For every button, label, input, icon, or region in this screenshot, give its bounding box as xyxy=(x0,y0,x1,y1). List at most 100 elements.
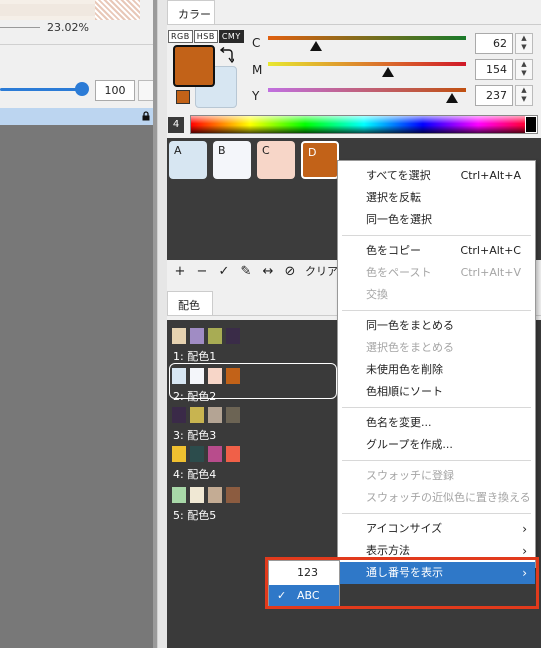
menu-item-rename-color[interactable]: 色名を変更... xyxy=(338,412,535,434)
channel-m-marker[interactable] xyxy=(382,67,394,77)
opacity-stepper[interactable] xyxy=(138,80,154,101)
menu-label: 未使用色を削除 xyxy=(366,363,443,376)
menu-item-icon-size[interactable]: アイコンサイズ › xyxy=(338,518,535,540)
color-set-label: 5: 配色5 xyxy=(173,509,217,522)
color-chip xyxy=(190,407,204,423)
color-chip xyxy=(208,446,222,462)
menu-label: 選択色をまとめる xyxy=(366,341,454,354)
swatch-d[interactable]: D xyxy=(301,141,339,179)
channel-c-input[interactable]: 62 xyxy=(475,33,513,54)
channel-y-marker[interactable] xyxy=(446,93,458,103)
channel-m-track[interactable] xyxy=(268,62,466,66)
color-chip xyxy=(226,487,240,503)
color-chip xyxy=(172,407,186,423)
tab-color[interactable]: カラー xyxy=(167,0,215,24)
menu-label: 色名を変更... xyxy=(366,416,432,429)
swatch-b-label: B xyxy=(218,144,226,157)
menu-shortcut: Ctrl+Alt+C xyxy=(460,244,521,257)
main-color-swatch[interactable] xyxy=(173,45,215,87)
channel-m-stepper[interactable]: ▲ ▼ xyxy=(515,59,533,80)
context-menu: すべてを選択 Ctrl+Alt+A 選択を反転 同一色を選択 色をコピー Ctrl+… xyxy=(337,160,536,584)
swap-horizontal-icon[interactable]: ↔ xyxy=(261,264,275,279)
zoom-slider-track[interactable] xyxy=(0,27,40,28)
color-set-item[interactable]: 4: 配色4 xyxy=(170,442,338,481)
remove-icon[interactable]: − xyxy=(195,264,209,279)
canvas-area[interactable] xyxy=(0,125,153,648)
color-chip xyxy=(190,446,204,462)
color-chip xyxy=(172,368,186,384)
mode-tab-rgb[interactable]: RGB xyxy=(168,30,193,43)
menu-item-delete-unused[interactable]: 未使用色を削除 xyxy=(338,359,535,381)
menu-item-merge-selected: 選択色をまとめる xyxy=(338,337,535,359)
mode-tab-hsb[interactable]: HSB xyxy=(193,30,218,43)
clear-button[interactable]: クリア xyxy=(305,263,338,279)
color-spectrum-bar[interactable] xyxy=(190,115,538,134)
menu-item-copy-color[interactable]: 色をコピー Ctrl+Alt+C xyxy=(338,240,535,262)
menu-separator xyxy=(342,460,531,461)
swatch-c[interactable]: C xyxy=(257,141,295,179)
color-set-label: 4: 配色4 xyxy=(173,468,217,481)
menu-item-replace-nearest: スウォッチの近似色に置き換える xyxy=(338,487,535,509)
menu-label: スウォッチの近似色に置き換える xyxy=(366,491,531,504)
check-icon[interactable]: ✓ xyxy=(217,264,231,279)
menu-label: 色をコピー xyxy=(366,244,421,257)
color-chip xyxy=(226,407,240,423)
color-mode-tabs: RGB HSB CMY xyxy=(168,30,244,43)
channel-m-input[interactable]: 154 xyxy=(475,59,513,80)
panel-splitter[interactable] xyxy=(157,0,167,648)
menu-label: 同一色を選択 xyxy=(366,213,432,226)
pencil-icon[interactable]: ✎ xyxy=(239,264,253,279)
channel-c-marker[interactable] xyxy=(310,41,322,51)
tab-haishoku[interactable]: 配色 xyxy=(167,291,213,315)
swap-colors-icon[interactable] xyxy=(220,47,234,65)
swatch-d-label: D xyxy=(308,146,317,159)
prohibit-icon[interactable]: ⊘ xyxy=(283,264,297,279)
menu-label: スウォッチに登録 xyxy=(366,469,454,482)
channel-y-input[interactable]: 237 xyxy=(475,85,513,106)
lock-icon[interactable] xyxy=(141,111,151,121)
channel-c-track[interactable] xyxy=(268,36,466,40)
panel-divider xyxy=(0,44,157,45)
menu-item-merge-same[interactable]: 同一色をまとめる xyxy=(338,315,535,337)
color-chip xyxy=(208,368,222,384)
color-chip xyxy=(190,328,204,344)
swatch-b[interactable]: B xyxy=(213,141,251,179)
spectrum-index: 4 xyxy=(168,117,184,133)
spectrum-black-cap[interactable] xyxy=(525,116,537,133)
channel-y-stepper[interactable]: ▲ ▼ xyxy=(515,85,533,106)
swatch-a[interactable]: A xyxy=(169,141,207,179)
menu-item-create-group[interactable]: グループを作成... xyxy=(338,434,535,456)
menu-shortcut: Ctrl+Alt+V xyxy=(460,266,521,279)
menu-label: 表示方法 xyxy=(366,544,410,557)
navigator-thumbnail[interactable] xyxy=(0,0,140,20)
menu-item-select-all[interactable]: すべてを選択 Ctrl+Alt+A xyxy=(338,165,535,187)
color-set-item[interactable]: 1: 配色1 xyxy=(170,324,338,363)
channel-c-label: C xyxy=(252,36,261,50)
add-icon[interactable]: + xyxy=(173,264,187,279)
menu-item-select-same[interactable]: 同一色を選択 xyxy=(338,209,535,231)
opacity-slider-track[interactable] xyxy=(0,88,82,91)
menu-item-sort-hue[interactable]: 色相順にソート xyxy=(338,381,535,403)
color-set-label: 2: 配色2 xyxy=(173,390,217,403)
opacity-input[interactable]: 100 xyxy=(95,80,135,101)
color-set-item[interactable]: 3: 配色3 xyxy=(170,403,338,442)
menu-label: 色をペースト xyxy=(366,266,432,279)
menu-item-register-swatch: スウォッチに登録 xyxy=(338,465,535,487)
color-chip xyxy=(172,446,186,462)
color-set-item[interactable]: 5: 配色5 xyxy=(170,483,338,522)
menu-label: 色相順にソート xyxy=(366,385,443,398)
menu-label: 選択を反転 xyxy=(366,191,421,204)
menu-item-invert-selection[interactable]: 選択を反転 xyxy=(338,187,535,209)
menu-label: アイコンサイズ xyxy=(366,522,443,535)
color-set-item-selected[interactable]: 2: 配色2 xyxy=(169,363,337,403)
color-chip xyxy=(190,368,204,384)
channel-c-stepper[interactable]: ▲ ▼ xyxy=(515,33,533,54)
mode-tab-cmy[interactable]: CMY xyxy=(218,30,244,43)
color-chip xyxy=(190,487,204,503)
transparent-color-swatch[interactable] xyxy=(176,90,190,104)
color-chip xyxy=(172,328,186,344)
channel-y-track[interactable] xyxy=(268,88,466,92)
opacity-slider-thumb[interactable] xyxy=(75,82,89,96)
layer-row-selected[interactable] xyxy=(0,108,157,125)
chevron-right-icon: › xyxy=(522,522,527,536)
